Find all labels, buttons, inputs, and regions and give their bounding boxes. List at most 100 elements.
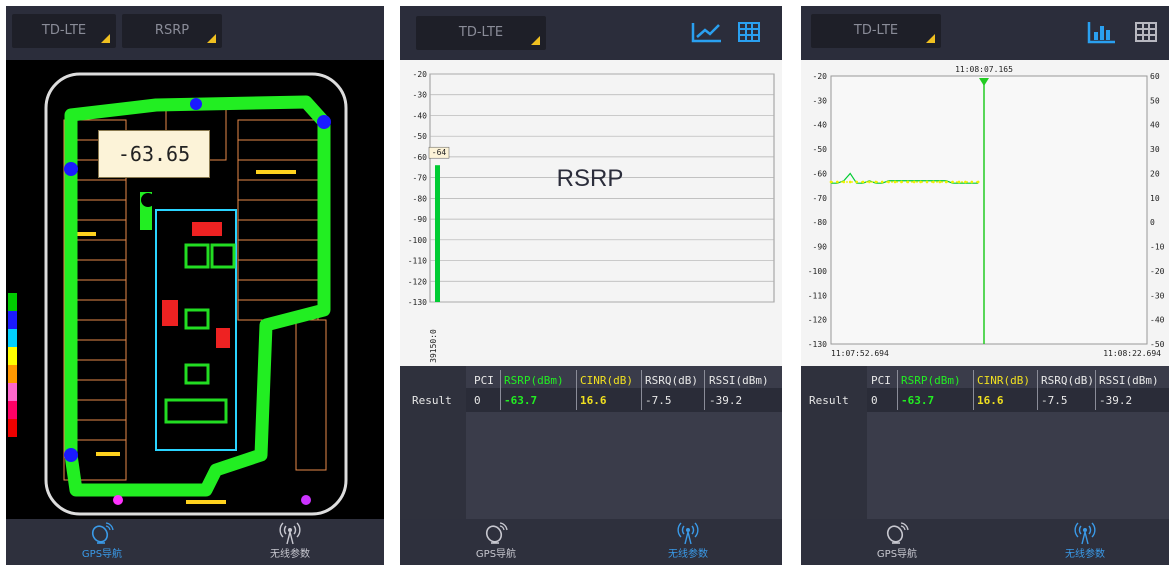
top-bar: TD-LTE RSRP <box>6 6 384 60</box>
series-point <box>829 180 833 184</box>
metric-select[interactable]: RSRP <box>122 14 222 48</box>
series-point <box>855 180 858 184</box>
y-tick-label-right: -30 <box>1150 291 1165 300</box>
dropdown-corner-icon <box>926 34 935 43</box>
rsrp-line-chart: -20 60 -30 50 -40 40 -50 30 -60 20 -70 10 -80 0 -90 -10… <box>801 60 1169 366</box>
y-tick-label: -120 <box>408 277 427 286</box>
series-point <box>874 180 878 184</box>
x-start-label: 11:07:52.694 <box>831 349 889 358</box>
y-tick-label-right: 30 <box>1150 145 1160 154</box>
header-cinr: CINR(dB) <box>977 374 1030 387</box>
value-popup: -63.65 <box>98 130 210 178</box>
y-tick-label-right: 50 <box>1150 96 1160 105</box>
y-tick-label-right: -20 <box>1150 267 1165 276</box>
series-point <box>925 180 929 184</box>
line-chart-toggle-button[interactable] <box>690 20 724 48</box>
y-tick-label: -110 <box>408 257 427 266</box>
y-tick-label-left: -70 <box>813 194 828 203</box>
legend-swatch <box>8 293 17 311</box>
series-point <box>951 180 954 184</box>
bottom-nav: GPS导航 无线参数 <box>801 519 1169 565</box>
header-cinr: CINR(dB) <box>580 374 633 387</box>
rsrp-bar <box>435 165 440 302</box>
series-point <box>900 180 903 184</box>
nav-wireless-button[interactable]: 无线参数 <box>230 521 350 560</box>
header-pci: PCI <box>474 374 494 387</box>
y-tick-label-right: -40 <box>1150 316 1165 325</box>
bar-chart-svg: -20 -30 -40 -50 -60 -70 -80 -90 -100 -110 -120 -130… <box>408 70 775 363</box>
nav-gps-button[interactable]: GPS导航 <box>436 521 556 560</box>
legend-swatch <box>8 401 17 419</box>
series-point <box>880 180 884 184</box>
nav-wireless-button[interactable]: 无线参数 <box>628 521 748 560</box>
network-select-value: TD-LTE <box>41 23 87 38</box>
chart-center-title: RSRP <box>557 165 624 192</box>
dropdown-corner-icon <box>531 36 540 45</box>
series-point <box>848 180 852 184</box>
rsrp-bar-chart: -20 -30 -40 -50 -60 -70 -80 -90 -100 -110 -120 -130… <box>400 60 782 366</box>
series-point <box>893 180 897 184</box>
series-point <box>964 180 967 184</box>
y-tick-label-right: 10 <box>1150 194 1160 203</box>
nav-gps-label: GPS导航 <box>81 549 123 560</box>
network-select[interactable]: TD-LTE <box>811 14 941 48</box>
nav-gps-button[interactable]: GPS导航 <box>42 521 162 560</box>
metric-select-value: RSRP <box>154 23 190 38</box>
y-tick-label: -30 <box>413 91 428 100</box>
header-rssi: RSSI(dBm) <box>1099 374 1159 387</box>
series-point <box>906 180 910 184</box>
floor-plan-map[interactable]: -63.65 <box>6 60 384 519</box>
current-position-marker <box>141 193 155 207</box>
plot-area <box>830 75 1148 345</box>
network-select-value: TD-LTE <box>853 23 899 38</box>
cell-rssi: -39.2 <box>709 394 743 407</box>
series-point <box>861 180 865 184</box>
legend-swatch <box>8 419 17 437</box>
y-tick-label-right: 60 <box>1150 72 1160 81</box>
y-tick-label-right: 40 <box>1150 121 1160 130</box>
line-chart-svg: -20 60 -30 50 -40 40 -50 30 -60 20 -70 10 -80 0 -90 -10… <box>808 65 1165 358</box>
y-tick-label: -90 <box>413 215 428 224</box>
legend-swatch <box>8 383 17 401</box>
cell-rsrq: -7.5 <box>645 394 672 407</box>
value-popup-text: -63.65 <box>117 142 191 166</box>
header-rssi: RSSI(dBm) <box>709 374 769 387</box>
bar-value-label: -64 <box>432 148 447 157</box>
series-point <box>836 180 839 184</box>
network-select[interactable]: TD-LTE <box>416 16 546 50</box>
y-tick-label-left: -80 <box>813 218 828 227</box>
nav-wireless-label: 无线参数 <box>270 549 310 560</box>
y-tick-label-left: -90 <box>813 243 828 252</box>
network-select[interactable]: TD-LTE <box>12 14 116 48</box>
satellite-dish-icon <box>485 522 508 544</box>
x-category-label: 39150:0 <box>429 329 438 363</box>
y-tick-label: -60 <box>413 153 428 162</box>
cell-cinr: 16.6 <box>580 394 607 407</box>
y-tick-label: -40 <box>413 111 428 120</box>
series-point <box>938 180 942 184</box>
nav-wireless-button[interactable]: 无线参数 <box>1025 521 1145 560</box>
series-point <box>957 180 961 184</box>
header-rsrq: RSRQ(dB) <box>1041 374 1094 387</box>
network-select-value: TD-LTE <box>458 25 504 40</box>
y-tick-label-left: -130 <box>808 340 827 349</box>
y-tick-label: -70 <box>413 174 428 183</box>
nav-gps-button[interactable]: GPS导航 <box>837 521 957 560</box>
nav-wireless-label: 无线参数 <box>668 549 708 560</box>
header-pci: PCI <box>871 374 891 387</box>
route-point-pink <box>113 495 123 505</box>
table-view-button[interactable] <box>1135 22 1157 46</box>
antenna-icon <box>1074 522 1096 545</box>
y-tick-label-left: -20 <box>813 72 828 81</box>
series-point <box>842 180 846 184</box>
bar-chart-icon <box>1087 22 1115 44</box>
bar-chart-toggle-button[interactable] <box>1087 20 1117 48</box>
table-view-button[interactable] <box>738 22 760 46</box>
series-point <box>932 180 935 184</box>
x-end-label: 11:08:22.694 <box>1103 349 1161 358</box>
grid-table-icon <box>738 22 760 42</box>
map-panel: TD-LTE RSRP -63.65 GPS导航 无线参数 <box>6 6 384 565</box>
y-tick-label-left: -110 <box>808 291 827 300</box>
nav-gps-label: GPS导航 <box>876 549 918 560</box>
y-tick-label-left: -120 <box>808 316 827 325</box>
